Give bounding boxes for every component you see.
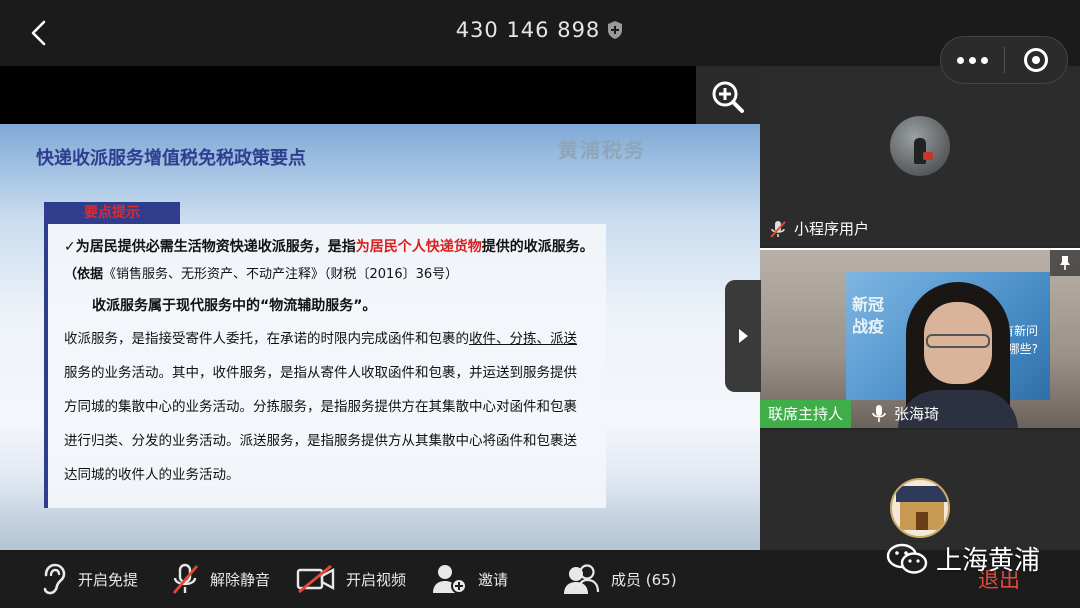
slide-title: 快递收派服务增值税免税政策要点 xyxy=(36,148,306,169)
meeting-id: 430 146 898 xyxy=(0,18,1080,45)
unmute-button[interactable]: 解除静音 xyxy=(170,550,270,608)
slide-logo: 黄浦税务 xyxy=(558,138,646,162)
line2-bold: （依据 xyxy=(64,267,104,282)
line2-rest: 《销售服务、无形资产、不动产注释》（财税〔2016〕36号） xyxy=(103,267,459,282)
avatar xyxy=(890,116,950,176)
miniapp-capsule xyxy=(940,36,1068,84)
body-line-3: 方同城的集散中心的业务活动。分拣服务，是指服务提供方在其集散中心对函件和包裹 xyxy=(64,399,577,415)
host-name: 张海琦 xyxy=(870,400,939,428)
handsfree-label: 开启免提 xyxy=(78,570,139,589)
body-line-1: 收派服务，是指接受寄件人委托，在承诺的时限内完成函件和包裹的收件、分拣、派送 xyxy=(64,322,596,356)
members-label: 成员 (65) xyxy=(611,570,677,589)
participant-tile[interactable] xyxy=(760,430,1080,550)
close-miniapp-icon[interactable] xyxy=(1004,37,1067,83)
participant-panel: 小程序用户 新冠 战疫 有新问 策有哪些? 联席主持人 张海琦 xyxy=(760,66,1080,550)
tip-label: 要点提示 xyxy=(44,202,180,224)
body1-underlined: 收件、分拣、派送 xyxy=(469,331,577,347)
camera-off-icon xyxy=(296,564,335,594)
slide-body: 收派服务，是指接受寄件人委托，在承诺的时限内完成函件和包裹的收件、分拣、派送 服… xyxy=(48,322,596,492)
members-button[interactable]: 成员 (65) xyxy=(563,550,677,608)
unmute-label: 解除静音 xyxy=(210,570,271,589)
top-bar: 430 146 898 xyxy=(0,0,1080,66)
body-line-2: 服务的业务活动。其中，收件服务，是指从寄件人收取函件和包裹，并运送到服务提供 xyxy=(64,365,577,381)
members-icon xyxy=(564,564,600,594)
line1-pre: ✓为居民提供必需生活物资快递收派服务，是指 xyxy=(64,239,356,255)
watermark: 上海黄浦 xyxy=(886,540,1040,577)
slide-line-3: 收派服务属于现代服务中的“物流辅助服务”。 xyxy=(92,298,377,314)
line1-highlight: 为居民个人快递货物 xyxy=(355,239,482,255)
zoom-in-icon[interactable] xyxy=(696,66,760,128)
slide-content: ✓为居民提供必需生活物资快递收派服务，是指为居民个人快递货物提供的收派服务。 （… xyxy=(44,224,606,508)
ear-icon xyxy=(43,563,66,595)
add-user-icon xyxy=(433,565,467,594)
mic-icon xyxy=(872,405,886,422)
watermark-text: 上海黄浦 xyxy=(936,546,1041,576)
meeting-id-text: 430 146 898 xyxy=(455,18,601,42)
collapse-panel-button[interactable] xyxy=(725,280,761,392)
avatar xyxy=(890,478,950,538)
video-label: 开启视频 xyxy=(346,570,407,589)
slide-line-1: ✓为居民提供必需生活物资快递收派服务，是指为居民个人快递货物提供的收派服务。 xyxy=(64,234,606,260)
slide-line-2: （依据《销售服务、无形资产、不动产注释》（财税〔2016〕36号） xyxy=(64,260,606,290)
line1-post: 提供的收派服务。 xyxy=(481,239,594,255)
pin-icon[interactable] xyxy=(1050,250,1080,276)
shield-icon xyxy=(606,20,624,45)
body1-text: 收派服务，是指接受寄件人委托，在承诺的时限内完成函件和包裹的 xyxy=(64,331,469,347)
body-line-4: 进行归类、分发的业务活动。派送服务，是指服务提供方从其集散中心将函件和包裹送 xyxy=(64,433,577,449)
meeting-app: 430 146 898 快递收派服务增值税免税政策要点 黄浦税务 要点提示 ✓为… xyxy=(0,0,1080,608)
participant-name-text: 小程序用户 xyxy=(794,220,870,238)
invite-button[interactable]: 邀请 xyxy=(432,550,508,608)
more-options-icon[interactable] xyxy=(941,37,1004,83)
mic-muted-icon xyxy=(770,220,786,238)
co-host-badge: 联席主持人 xyxy=(760,400,852,428)
participant-name: 小程序用户 xyxy=(768,218,869,239)
handsfree-button[interactable]: 开启免提 xyxy=(38,550,138,608)
host-video-tile[interactable]: 新冠 战疫 有新问 策有哪些? 联席主持人 张海琦 xyxy=(760,248,1080,428)
shared-screen: 快递收派服务增值税免税政策要点 黄浦税务 要点提示 ✓为居民提供必需生活物资快递… xyxy=(0,66,760,550)
start-video-button[interactable]: 开启视频 xyxy=(296,550,406,608)
wechat-icon xyxy=(886,543,928,574)
body-line-5: 达同城的收件人的业务活动。 xyxy=(64,467,240,483)
play-arrow-icon xyxy=(739,329,748,343)
invite-label: 邀请 xyxy=(478,570,509,589)
host-name-text: 张海琦 xyxy=(894,405,940,423)
participant-tile[interactable]: 小程序用户 xyxy=(760,66,1080,246)
poster-text: 新冠 战疫 xyxy=(852,295,885,336)
mic-muted-icon xyxy=(172,563,199,594)
presentation-slide: 快递收派服务增值税免税政策要点 黄浦税务 要点提示 ✓为居民提供必需生活物资快递… xyxy=(0,124,760,550)
